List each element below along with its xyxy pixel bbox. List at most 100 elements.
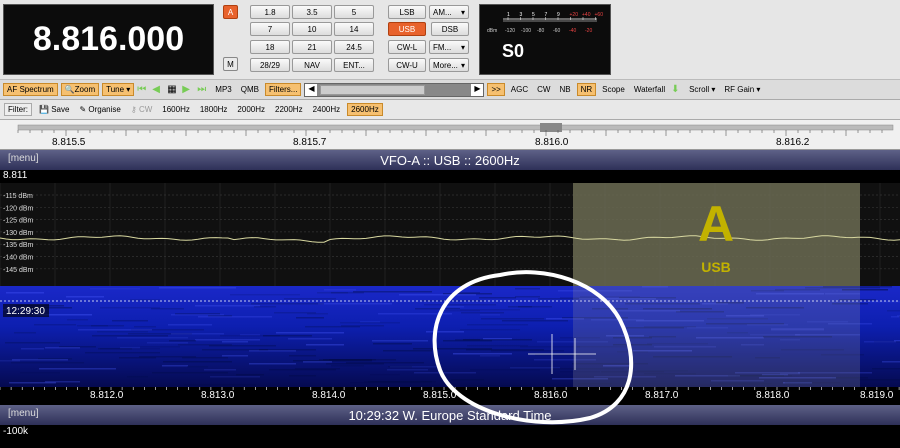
band-button-1.8[interactable]: 1.8: [250, 5, 290, 19]
filter-1600-button[interactable]: 1600Hz: [159, 104, 193, 115]
band-button-3.5[interactable]: 3.5: [292, 5, 332, 19]
waterfall-streak: [208, 315, 232, 317]
zoom-button[interactable]: 🔍Zoom: [60, 83, 100, 96]
nb-toggle[interactable]: NB: [556, 84, 573, 95]
waterfall-streak: [480, 314, 500, 316]
s-meter-tick: +60: [595, 12, 604, 18]
save-label: Save: [51, 105, 70, 114]
nav-button[interactable]: NAV: [292, 58, 332, 72]
ruler-label: 8.816.0: [535, 137, 569, 148]
scope-button[interactable]: Scope: [599, 84, 628, 95]
waterfall-streak: [502, 320, 568, 322]
mode-dsb-button[interactable]: DSB: [431, 22, 469, 36]
play-icon[interactable]: ▶: [182, 84, 194, 96]
waterfall-streak: [326, 363, 384, 365]
waterfall-streak: [470, 369, 540, 371]
back-icon[interactable]: ◀: [152, 84, 164, 96]
waterfall-streak: [318, 303, 392, 305]
scroll-dropdown[interactable]: Scroll ▾: [686, 84, 718, 95]
waterfall-streak: [209, 345, 276, 347]
s-meter-reading: S0: [502, 41, 525, 61]
qmb-button[interactable]: QMB: [238, 84, 262, 95]
filter-1800-button[interactable]: 1800Hz: [197, 104, 231, 115]
band-button-28[interactable]: 28/29: [250, 58, 290, 72]
filter-2000-button[interactable]: 2000Hz: [234, 104, 268, 115]
scale-label: 8.819.0: [860, 390, 894, 401]
tune-button[interactable]: Tune ▾: [102, 83, 135, 96]
level-label: -115 dBm: [3, 193, 33, 200]
vfo-menu-button[interactable]: [menu]: [8, 153, 39, 164]
waterfall-display[interactable]: 12:29:30: [0, 286, 900, 388]
organise-icon: ✎: [79, 105, 87, 114]
waterfall-streak: [276, 332, 344, 334]
mode-am-label: AM...: [433, 7, 452, 17]
save-button[interactable]: 💾 Save: [36, 104, 72, 115]
mode-usb-button[interactable]: USB: [388, 22, 426, 36]
memory-button[interactable]: M: [223, 57, 238, 71]
s-meter-tick: 3: [520, 12, 523, 18]
band-button-14[interactable]: 14: [334, 22, 374, 36]
tuning-scrollbar[interactable]: ◀ ▶: [304, 82, 485, 97]
s-meter-tick: +40: [582, 12, 591, 18]
scale-label: 8.813.0: [201, 390, 235, 401]
rf-gain-dropdown[interactable]: RF Gain ▾: [721, 84, 763, 95]
mode-cwu-button[interactable]: CW-U: [388, 58, 426, 72]
toolbar: AF Spectrum 🔍Zoom Tune ▾ ⏮ ◀ ▦ ▶ ⏭ MP3 Q…: [0, 80, 900, 100]
waterfall-streak: [872, 368, 900, 370]
spectrum-display[interactable]: -115 dBm -120 dBm -125 dBm -130 dBm -135 dBm…: [0, 183, 900, 286]
mode-more-dropdown[interactable]: More... ▾: [429, 58, 469, 72]
waterfall-streak: [887, 310, 900, 312]
down-arrow-icon[interactable]: ⬇: [671, 84, 683, 96]
mode-cwl-button[interactable]: CW-L: [388, 40, 426, 54]
cw-toggle[interactable]: CW: [534, 84, 553, 95]
scroll-thumb[interactable]: [320, 84, 426, 95]
band-button-21[interactable]: 21: [292, 40, 332, 54]
nr-toggle[interactable]: NR: [576, 83, 597, 96]
waterfall-streak: [140, 346, 180, 348]
band-button-18[interactable]: 18: [250, 40, 290, 54]
organise-button[interactable]: ✎ Organise: [76, 104, 123, 115]
time-marker-label: 12:29:30: [6, 306, 45, 317]
s-meter-tick: 5: [532, 12, 535, 18]
waterfall-streak: [127, 376, 148, 378]
cw-filter-label: CW: [138, 105, 153, 114]
waterfall-button[interactable]: Waterfall: [631, 84, 668, 95]
band-button-7[interactable]: 7: [250, 22, 290, 36]
scroll-right-arrow-icon[interactable]: ▶: [471, 83, 484, 96]
waterfall-streak: [152, 372, 228, 374]
filter-2400-button[interactable]: 2400Hz: [310, 104, 344, 115]
enter-button[interactable]: ENT...: [334, 58, 374, 72]
cw-filter-button[interactable]: ⚷ CW: [128, 104, 155, 115]
af-spectrum-button[interactable]: AF Spectrum: [3, 83, 58, 96]
grid-icon[interactable]: ▦: [167, 84, 179, 96]
band-button-5[interactable]: 5: [334, 5, 374, 19]
band-button-10[interactable]: 10: [292, 22, 332, 36]
fine-tuning-ruler[interactable]: 8.815.5 8.815.7 8.816.0 8.816.2: [0, 120, 900, 150]
ruler-thumb[interactable]: [540, 123, 562, 132]
filter-2600-button[interactable]: 2600Hz: [347, 103, 383, 116]
s-meter-dbm-tick: -120: [505, 28, 515, 34]
mode-lsb-button[interactable]: LSB: [388, 5, 426, 19]
waterfall-streak: [479, 297, 516, 299]
waterfall-streak: [130, 299, 160, 301]
status-menu-button[interactable]: [menu]: [8, 408, 39, 419]
forward-icon[interactable]: ⏭: [197, 84, 209, 96]
filters-button[interactable]: Filters...: [264, 83, 302, 96]
filter-2200-button[interactable]: 2200Hz: [272, 104, 306, 115]
waterfall-streak: [12, 359, 68, 361]
rewind-icon[interactable]: ⏮: [137, 84, 149, 96]
frequency-scale: 8.812.0 8.813.0 8.814.0 8.815.0 8.816.0 …: [0, 387, 900, 405]
scroll-left-arrow-icon[interactable]: ◀: [305, 83, 318, 96]
mode-fm-dropdown[interactable]: FM... ▾: [429, 40, 469, 54]
vfo-a-button[interactable]: A: [223, 5, 238, 19]
waterfall-streak: [480, 355, 500, 357]
mode-am-dropdown[interactable]: AM... ▾: [429, 5, 469, 19]
frequency-display[interactable]: 8.816.000: [3, 4, 214, 75]
s-meter-dbm-tick: -40: [569, 28, 576, 34]
expand-button[interactable]: >>: [487, 83, 505, 96]
agc-button[interactable]: AGC: [508, 84, 531, 95]
waterfall-streak: [134, 326, 156, 328]
mp3-button[interactable]: MP3: [212, 84, 234, 95]
waterfall-streak: [92, 335, 168, 337]
band-button-24.5[interactable]: 24.5: [334, 40, 374, 54]
